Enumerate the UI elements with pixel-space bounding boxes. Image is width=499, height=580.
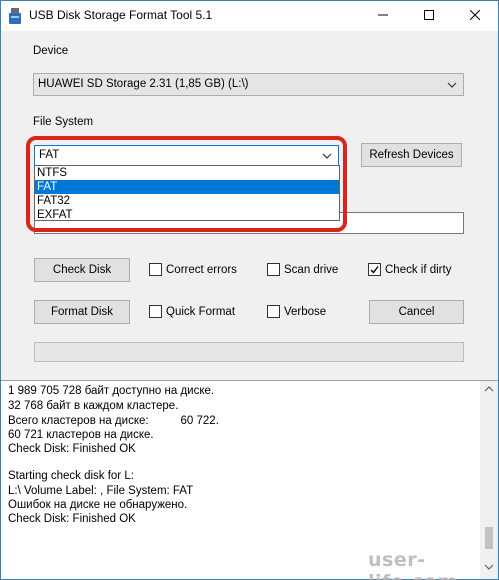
title-bar[interactable]: USB Disk Storage Format Tool 5.1 <box>1 1 498 31</box>
watermark: user-life.com <box>368 549 457 580</box>
checkbox-box <box>149 305 162 318</box>
maximize-button[interactable] <box>406 1 452 31</box>
quick-format-checkbox[interactable]: Quick Format <box>149 305 235 318</box>
app-window: USB Disk Storage Format Tool 5.1 Device … <box>0 0 499 580</box>
log-line: Всего кластеров на диске: 60 722. <box>8 415 219 427</box>
chevron-down-icon <box>447 80 457 88</box>
window-title: USB Disk Storage Format Tool 5.1 <box>29 8 213 22</box>
usb-app-icon <box>8 8 22 24</box>
maximize-icon <box>424 9 434 23</box>
device-select[interactable]: HUAWEI SD Storage 2.31 (1,85 GB) (L:\) <box>33 73 464 96</box>
cancel-button[interactable]: Cancel <box>369 300 464 324</box>
highlight-frame <box>26 136 347 232</box>
close-button[interactable] <box>452 1 498 31</box>
minimize-button[interactable] <box>360 1 406 31</box>
file-system-label: File System <box>33 116 94 128</box>
checkmark-icon <box>370 266 379 274</box>
checkbox-box <box>149 263 162 276</box>
log-line: Ошибок на диске не обнаружено. <box>8 499 188 511</box>
checkbox-box <box>267 305 280 318</box>
correct-errors-label: Correct errors <box>166 263 237 276</box>
device-label: Device <box>33 45 69 57</box>
quick-format-label: Quick Format <box>166 305 236 318</box>
minimize-icon <box>378 10 388 23</box>
verbose-label: Verbose <box>284 305 327 318</box>
log-line: Check Disk: Finished OK <box>8 443 136 455</box>
check-disk-button[interactable]: Check Disk <box>34 258 130 282</box>
check-if-dirty-checkbox[interactable]: Check if dirty <box>368 263 451 276</box>
checkbox-box <box>368 263 381 276</box>
log-line: Check Disk: Finished OK <box>8 513 136 525</box>
log-line: 32 768 байт в каждом кластере. <box>8 400 179 412</box>
refresh-devices-button[interactable]: Refresh Devices <box>361 143 462 167</box>
format-disk-button[interactable]: Format Disk <box>34 300 130 324</box>
log-line: 60 721 кластеров на диске. <box>8 429 154 441</box>
scan-drive-checkbox[interactable]: Scan drive <box>267 263 338 276</box>
close-icon <box>469 9 481 23</box>
device-select-value: HUAWEI SD Storage 2.31 (1,85 GB) (L:\) <box>38 78 249 90</box>
check-if-dirty-label: Check if dirty <box>385 263 452 276</box>
checkbox-box <box>267 263 280 276</box>
log-line: L:\ Volume Label: , File System: FAT <box>8 485 194 497</box>
scan-drive-label: Scan drive <box>284 263 339 276</box>
log-line: Starting check disk for L: <box>8 470 134 482</box>
log-line: 1 989 705 728 байт доступно на диске. <box>8 385 215 397</box>
format-progress-bar <box>34 342 464 362</box>
verbose-checkbox[interactable]: Verbose <box>267 305 326 318</box>
correct-errors-checkbox[interactable]: Correct errors <box>149 263 237 276</box>
